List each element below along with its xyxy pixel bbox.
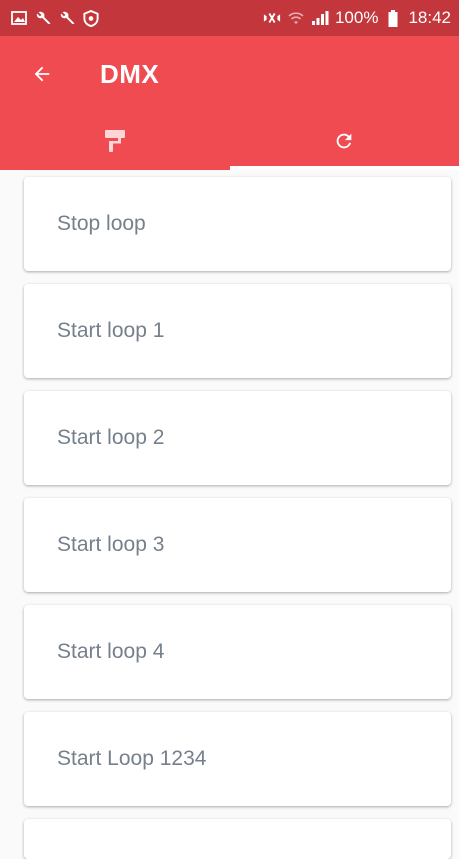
list-item-label: Start loop 3 bbox=[57, 533, 164, 557]
paint-roller-icon bbox=[104, 129, 126, 153]
status-left-icons bbox=[10, 9, 100, 27]
back-button[interactable] bbox=[26, 58, 58, 90]
wifi-icon bbox=[287, 9, 305, 27]
list-item[interactable]: Start Loop 1234 bbox=[24, 712, 451, 806]
clock: 18:42 bbox=[408, 8, 451, 28]
signal-icon bbox=[311, 9, 329, 27]
app-bar: DMX bbox=[0, 36, 459, 170]
tab-paint[interactable] bbox=[0, 112, 230, 170]
list-item[interactable]: Start loop 2 bbox=[24, 391, 451, 485]
mute-icon bbox=[263, 9, 281, 27]
list-item-partial[interactable] bbox=[24, 819, 451, 859]
wrench-icon bbox=[34, 9, 52, 27]
loop-list: Stop loop Start loop 1 Start loop 2 Star… bbox=[24, 177, 451, 859]
wrench-icon bbox=[58, 9, 76, 27]
battery-percent: 100% bbox=[335, 8, 378, 28]
status-right: 100% 18:42 bbox=[263, 8, 451, 28]
list-item[interactable]: Start loop 4 bbox=[24, 605, 451, 699]
tab-refresh[interactable] bbox=[230, 112, 459, 170]
shield-icon bbox=[82, 9, 100, 27]
tab-bar bbox=[0, 112, 459, 170]
page-title: DMX bbox=[100, 59, 159, 90]
arrow-back-icon bbox=[31, 63, 53, 85]
refresh-icon bbox=[333, 130, 355, 152]
list-item-label: Start loop 2 bbox=[57, 426, 164, 450]
status-bar: 100% 18:42 bbox=[0, 0, 459, 36]
list-item-label: Start loop 1 bbox=[57, 319, 164, 343]
list-item[interactable]: Start loop 3 bbox=[24, 498, 451, 592]
list-item[interactable]: Stop loop bbox=[24, 177, 451, 271]
list-item-label: Stop loop bbox=[57, 212, 146, 236]
list-item[interactable]: Start loop 1 bbox=[24, 284, 451, 378]
toolbar: DMX bbox=[0, 36, 459, 112]
battery-icon bbox=[384, 9, 402, 27]
gallery-icon bbox=[10, 9, 28, 27]
list-item-label: Start loop 4 bbox=[57, 640, 164, 664]
list-item-label: Start Loop 1234 bbox=[57, 747, 206, 771]
